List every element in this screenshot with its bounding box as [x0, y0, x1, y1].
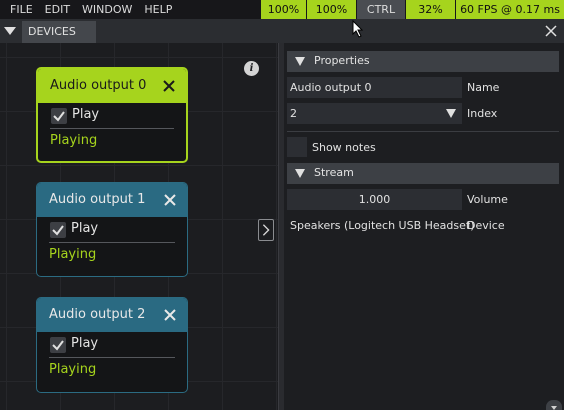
- tab-bar: DEVICES: [0, 19, 564, 43]
- mouse-cursor-icon: [352, 20, 364, 38]
- expand-panel-button[interactable]: [258, 219, 274, 241]
- section-title: Stream: [314, 166, 354, 179]
- properties-section-header[interactable]: Properties: [287, 51, 559, 72]
- status-text: Playing: [49, 247, 97, 262]
- properties-panel: Properties Audio output 0 Name 2 Index S…: [284, 43, 564, 410]
- status-text: Playing: [49, 362, 97, 377]
- play-checkbox[interactable]: [51, 108, 67, 124]
- play-row: Play: [37, 217, 187, 243]
- play-row: Play: [38, 103, 186, 129]
- close-icon[interactable]: [163, 308, 177, 322]
- checkmark-icon: [52, 340, 64, 351]
- index-dropdown[interactable]: 2: [287, 103, 462, 124]
- chevron-right-icon: [262, 224, 270, 236]
- volume-label: Volume: [467, 193, 508, 206]
- node-header[interactable]: Audio output 2: [37, 298, 187, 332]
- play-checkbox[interactable]: [50, 337, 66, 353]
- status-row: Playing: [37, 243, 187, 269]
- checkmark-icon: [52, 225, 64, 236]
- device-label: Device: [467, 219, 505, 232]
- stream-section-header[interactable]: Stream: [287, 163, 559, 184]
- show-notes-label: Show notes: [312, 141, 376, 154]
- zoom-indicator-2: 100%: [307, 0, 356, 19]
- index-value: 2: [290, 107, 297, 120]
- node-title: Audio output 0: [50, 78, 147, 93]
- checkmark-icon: [53, 111, 65, 122]
- triangle-down-icon: [551, 406, 557, 410]
- section-title: Properties: [314, 54, 370, 67]
- triangle-down-icon: [295, 169, 305, 178]
- triangle-down-icon[interactable]: [3, 24, 17, 38]
- menu-file[interactable]: FILE: [0, 0, 39, 19]
- percent-indicator: 32%: [406, 0, 455, 19]
- close-icon[interactable]: [542, 22, 560, 40]
- node-audio-output-2[interactable]: Audio output 2 Play Playing: [36, 297, 188, 393]
- modifier-indicator: CTRL: [357, 0, 405, 19]
- name-label: Name: [467, 81, 500, 94]
- volume-field[interactable]: 1.000: [287, 189, 462, 210]
- menu-window[interactable]: WINDOW: [76, 0, 138, 19]
- node-audio-output-1[interactable]: Audio output 1 Play Playing: [36, 182, 188, 277]
- node-title: Audio output 1: [49, 192, 146, 207]
- node-header[interactable]: Audio output 1: [37, 183, 187, 217]
- info-icon[interactable]: i: [244, 61, 259, 76]
- menu-help[interactable]: HELP: [138, 0, 178, 19]
- play-label: Play: [71, 221, 99, 236]
- scroll-down-button[interactable]: [546, 400, 562, 410]
- divider: [287, 131, 559, 132]
- status-row: Playing: [37, 358, 187, 384]
- status-row: Playing: [38, 129, 186, 155]
- index-label: Index: [467, 107, 498, 120]
- name-field[interactable]: Audio output 0: [287, 77, 462, 98]
- status-text: Playing: [50, 133, 98, 148]
- fps-indicator: 60 FPS @ 0.17 ms: [456, 0, 564, 19]
- menu-edit[interactable]: EDIT: [39, 0, 76, 19]
- device-value[interactable]: Speakers (Logitech USB Headset): [290, 219, 475, 232]
- show-notes-checkbox[interactable]: [287, 137, 307, 157]
- triangle-down-icon: [446, 109, 456, 118]
- tab-devices[interactable]: DEVICES: [22, 21, 96, 43]
- play-label: Play: [71, 336, 99, 351]
- node-audio-output-0[interactable]: Audio output 0 Play Playing: [36, 67, 188, 163]
- play-checkbox[interactable]: [50, 222, 66, 238]
- zoom-indicator-1: 100%: [261, 0, 306, 19]
- triangle-down-icon: [295, 57, 305, 66]
- play-row: Play: [37, 332, 187, 358]
- node-header[interactable]: Audio output 0: [38, 69, 186, 103]
- close-icon[interactable]: [162, 79, 176, 93]
- close-icon[interactable]: [163, 193, 177, 207]
- node-title: Audio output 2: [49, 307, 146, 322]
- play-label: Play: [72, 107, 100, 122]
